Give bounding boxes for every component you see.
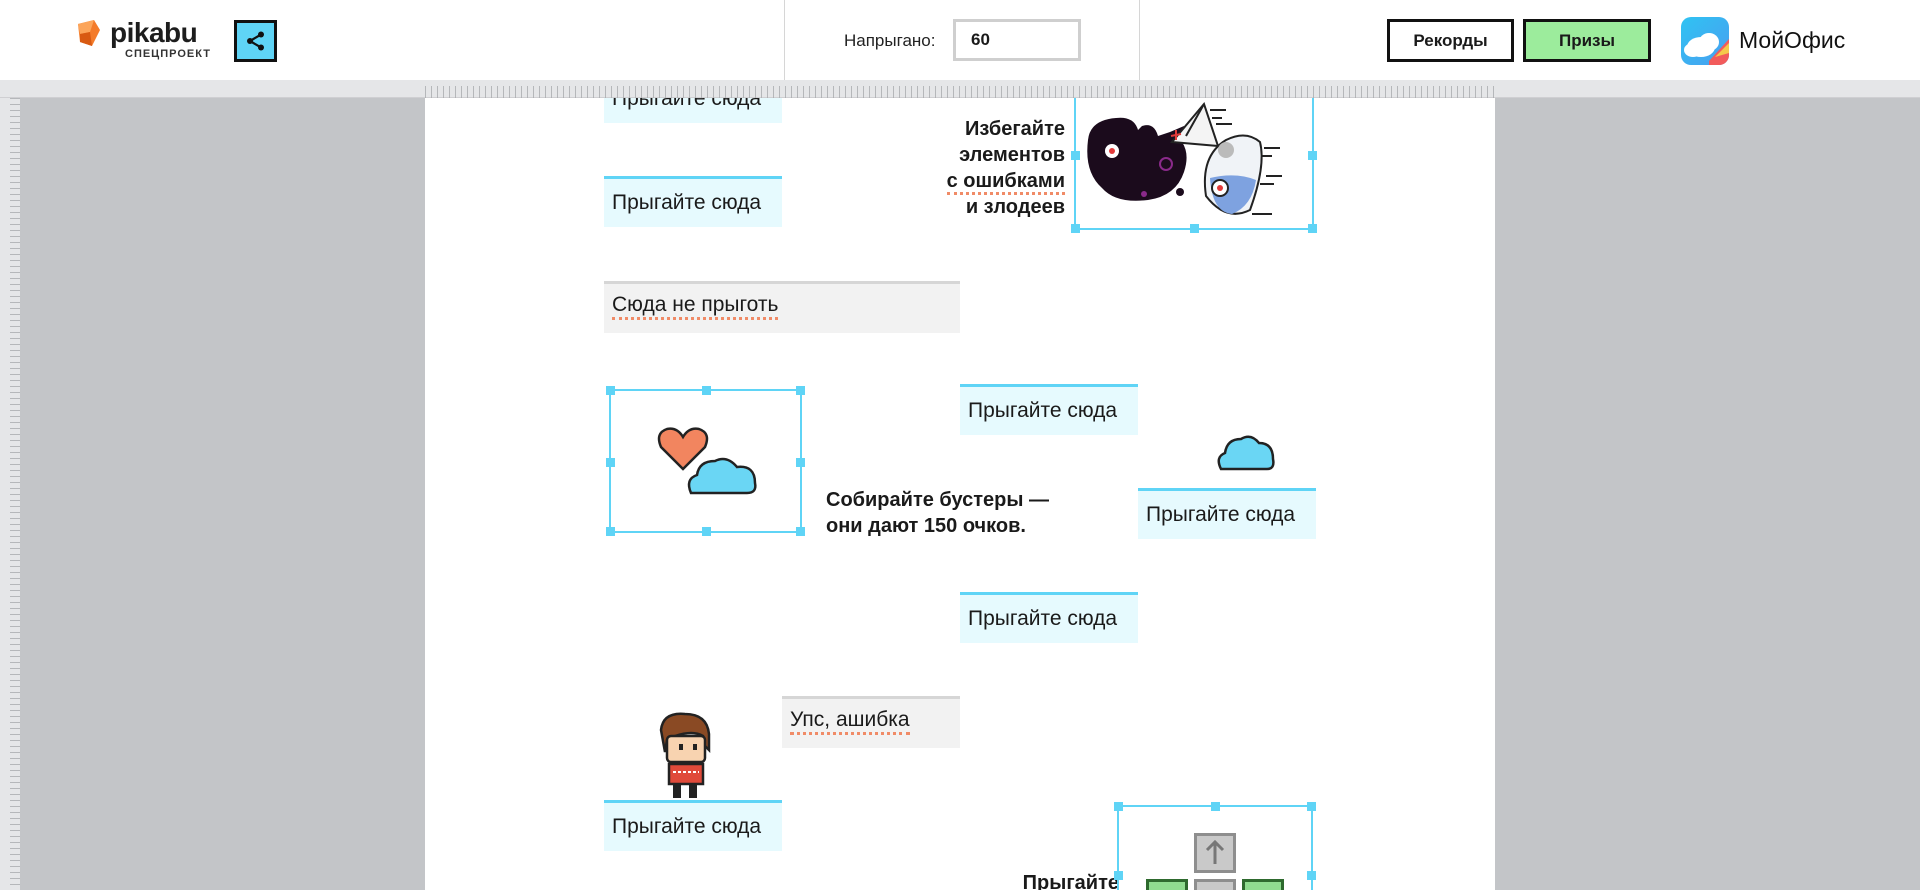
score-panel: Напрыгано: 60 (784, 0, 1140, 80)
villain-icon (1087, 101, 1282, 215)
top-bar: pikabu СПЕЦПРОЕКТ Напрыгано: 60 Рекорды … (0, 0, 1920, 80)
partner-name: МойОфис (1739, 27, 1846, 53)
share-button[interactable] (234, 20, 277, 62)
logo-word: pikabu (110, 17, 198, 48)
ruler-horizontal-ticks (425, 86, 1495, 98)
avoid-tip-line: и злодеев (965, 196, 1065, 218)
share-icon (246, 31, 264, 51)
cloud-icon (687, 457, 757, 495)
jump-platform[interactable]: Прыгайте сюда (960, 592, 1138, 643)
controls-selection (1114, 802, 1316, 890)
arrow-down-key[interactable] (1194, 879, 1236, 890)
logo-subtitle: СПЕЦПРОЕКТ (125, 48, 211, 60)
no-jump-platform: Сюда не прыготь (604, 281, 960, 333)
arrow-left-key[interactable] (1146, 879, 1188, 890)
prizes-button[interactable]: Призы (1523, 19, 1651, 62)
booster-tip-line: они дают 150 очков. (826, 515, 1026, 537)
ruler-vertical-ticks (10, 98, 20, 890)
score-field: 60 (953, 19, 1081, 61)
avoid-tip-line: с ошибками (946, 170, 1065, 195)
villain-selection (1071, 98, 1317, 233)
moyofis-cloud-icon (1681, 17, 1729, 65)
avoid-tip-line: элементов (959, 144, 1065, 166)
oops-label: Упс, ашибка (790, 708, 910, 735)
arrow-right-key[interactable] (1242, 879, 1284, 890)
avoid-tip: Избегайте элементов с ошибками и злодеев (915, 116, 1065, 220)
arrow-up-key[interactable] (1194, 833, 1236, 873)
player-character-icon (659, 712, 711, 798)
jump-platform[interactable]: Прыгайте сюда (1138, 488, 1316, 539)
jump-platform[interactable]: Прыгайте сюда (604, 176, 782, 227)
game-page: Прыгайте сюда Прыгайте сюда Избегайте эл… (425, 98, 1495, 890)
jump-platform[interactable]: Прыгайте сюда (604, 800, 782, 851)
jump-platform[interactable]: Прыгайте сюда (604, 98, 782, 123)
score-label: Напрыгано: (844, 31, 936, 50)
records-button[interactable]: Рекорды (1387, 19, 1514, 62)
cloud-icon (1217, 435, 1275, 471)
jump-platform[interactable]: Прыгайте сюда (960, 384, 1138, 435)
controls-tip: Прыгайте (1022, 872, 1119, 890)
booster-tip-line: Собирайте бустеры — (826, 489, 1050, 511)
booster-tip: Собирайте бустеры — они дают 150 очков. (826, 487, 1086, 539)
no-jump-label: Сюда не прыготь (612, 293, 779, 320)
pikabu-logo-icon (78, 20, 100, 46)
avoid-tip-line: Избегайте (965, 118, 1065, 140)
booster-selection (606, 386, 805, 536)
no-jump-platform: Упс, ашибка (782, 696, 960, 748)
arrow-up-key-icon (1205, 839, 1225, 864)
